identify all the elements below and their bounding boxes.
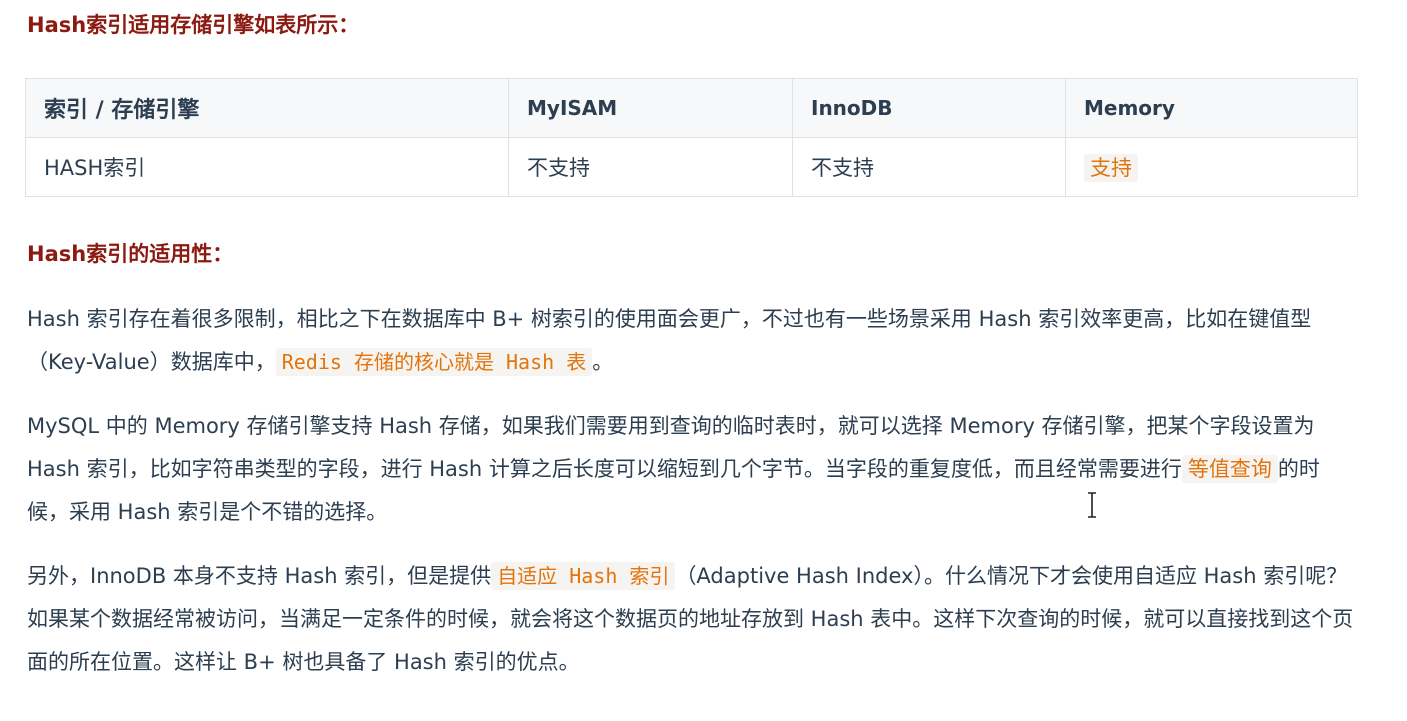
paragraph-text: MySQL 中的 Memory 存储引擎支持 Hash 存储，如果我们需要用到查… (27, 414, 1315, 481)
table-header-cell: InnoDB (792, 78, 1066, 138)
inline-code: Redis 存储的核心就是 Hash 表 (275, 348, 593, 376)
section-heading-engines: Hash索引适用存储引擎如表所示： (27, 13, 360, 37)
table-cell: HASH索引 (25, 137, 509, 197)
inline-code: 自适应 Hash 索引 (491, 562, 676, 590)
inline-highlight: 等值查询 (1181, 455, 1278, 483)
table-header-cell: 索引 / 存储引擎 (25, 78, 509, 138)
paragraph-1: Hash 索引存在着很多限制，相比之下在数据库中 B+ 树索引的使用面会更广，不… (27, 298, 1357, 384)
section-heading-applicability: Hash索引的适用性： (27, 242, 234, 266)
paragraph-text: Hash 索引存在着很多限制，相比之下在数据库中 B+ 树索引的使用面会更广，不… (27, 307, 1312, 374)
storage-engine-table: 索引 / 存储引擎 MyISAM InnoDB Memory HASH索引 不支… (25, 78, 1358, 197)
support-badge: 支持 (1084, 154, 1138, 182)
table-header-row: 索引 / 存储引擎 MyISAM InnoDB Memory (25, 78, 1358, 138)
table-cell: 不支持 (508, 137, 793, 197)
table-row: HASH索引 不支持 不支持 支持 (25, 137, 1358, 197)
paragraph-2: MySQL 中的 Memory 存储引擎支持 Hash 存储，如果我们需要用到查… (27, 405, 1357, 534)
table-cell: 不支持 (792, 137, 1066, 197)
paragraph-text: 。 (592, 350, 614, 374)
table-header-cell: Memory (1065, 78, 1358, 138)
table-cell: 支持 (1065, 137, 1358, 197)
paragraph-3: 另外，InnoDB 本身不支持 Hash 索引，但是提供 自适应 Hash 索引（… (27, 555, 1357, 684)
table-header-cell: MyISAM (508, 78, 793, 138)
text-cursor-icon (1088, 492, 1096, 518)
paragraph-text: 另外，InnoDB 本身不支持 Hash 索引，但是提供 (27, 564, 492, 588)
